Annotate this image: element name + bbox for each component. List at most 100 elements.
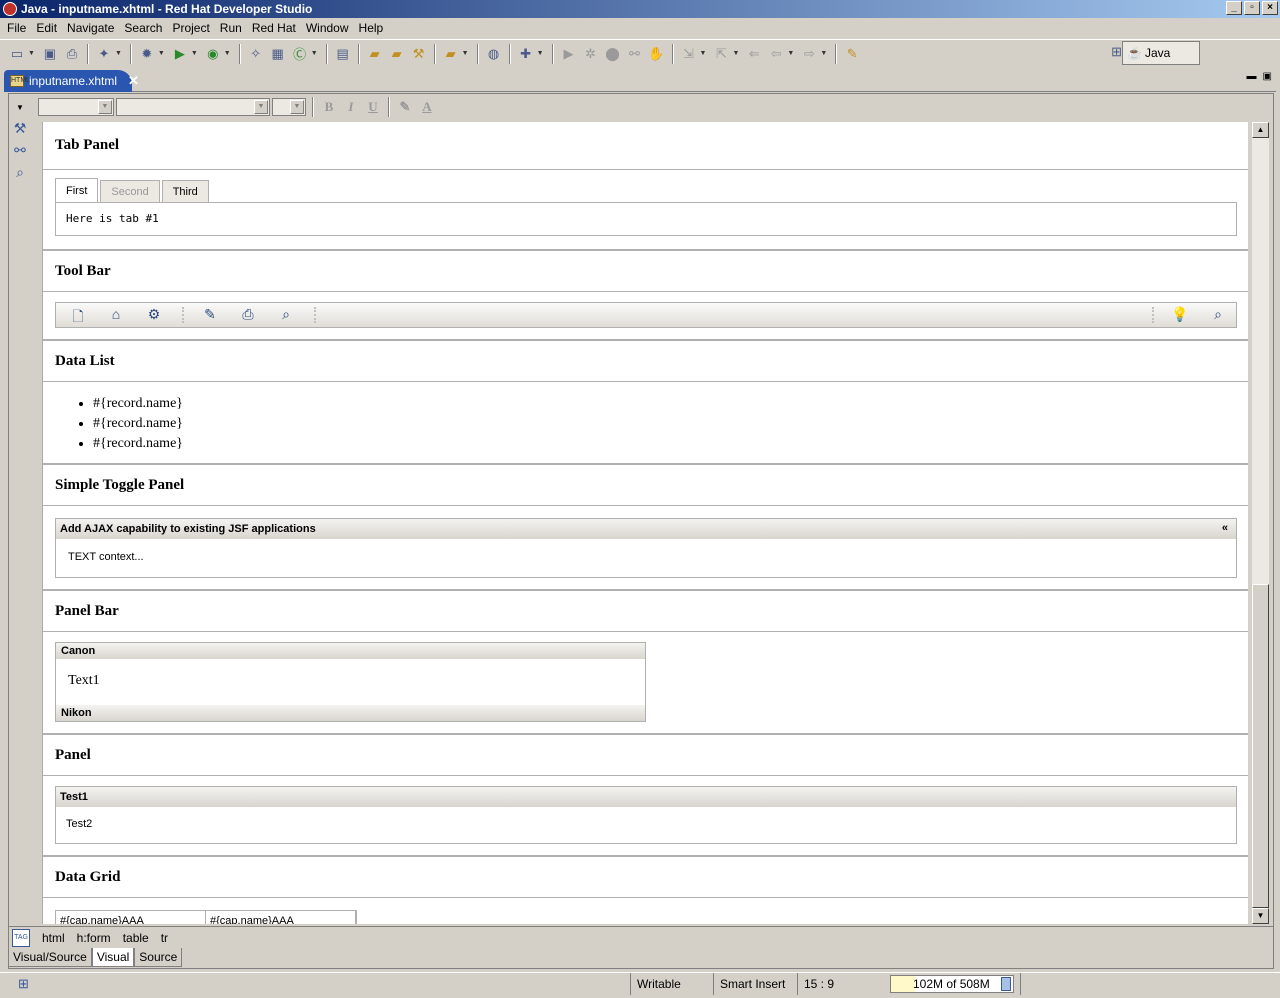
back-icon[interactable]: ⇦ — [767, 46, 785, 62]
home-icon[interactable]: ⌂ — [106, 306, 126, 324]
new-class-dropdown-icon[interactable]: ▼ — [311, 50, 318, 57]
minimize-button[interactable]: _ — [1226, 1, 1242, 15]
tools-icon[interactable]: ⚒ — [11, 120, 29, 138]
search-icon[interactable]: ⌕ — [276, 306, 296, 324]
tab-first[interactable]: First — [55, 178, 99, 202]
edit-icon[interactable]: ✎ — [200, 306, 220, 324]
bold-button[interactable]: B — [318, 98, 340, 116]
preview-icon[interactable]: ⌕ — [11, 164, 29, 182]
open-file-icon[interactable]: ▰ — [442, 46, 460, 62]
run-dropdown-icon[interactable]: ▼ — [191, 50, 198, 57]
new-document-icon[interactable]: 🗋 — [68, 306, 88, 324]
collapse-icon[interactable]: « — [1222, 522, 1228, 534]
java-perspective-button[interactable]: ☕ Java — [1122, 41, 1200, 65]
terminate-icon[interactable]: ⬤ — [604, 46, 622, 62]
format-style-combo[interactable]: ▼ — [37, 98, 114, 116]
suspend-icon[interactable]: ✲ — [582, 46, 600, 62]
search-tool-dropdown-icon[interactable]: ▼ — [537, 50, 544, 57]
scroll-thumb[interactable] — [1252, 584, 1269, 908]
menu-project[interactable]: Project — [167, 21, 214, 35]
vertical-scrollbar[interactable]: ▲ ▼ — [1252, 122, 1269, 924]
forward-icon[interactable]: ⇨ — [800, 46, 818, 62]
new-java-project-icon[interactable]: ✧ — [247, 46, 265, 62]
breadcrumb-item[interactable]: html — [42, 931, 65, 945]
tab-third[interactable]: Third — [161, 180, 209, 202]
font-color-icon[interactable]: A — [416, 98, 438, 116]
back-dropdown-icon[interactable]: ▼ — [787, 50, 794, 57]
scroll-up-button[interactable]: ▲ — [1252, 122, 1269, 138]
lightbulb-icon[interactable]: 💡 — [1170, 306, 1190, 324]
garbage-collect-icon[interactable] — [1001, 977, 1011, 991]
panel-bar-item-nikon[interactable]: Nikon — [56, 705, 645, 721]
toolbar-menu-icon[interactable]: ▼ — [16, 103, 24, 112]
toggle-panel-header[interactable]: Add AJAX capability to existing JSF appl… — [56, 519, 1236, 539]
settings-icon[interactable]: ⚙ — [144, 306, 164, 324]
tab-second[interactable]: Second — [100, 180, 160, 202]
menu-search[interactable]: Search — [119, 21, 167, 35]
tab-source[interactable]: Source — [134, 948, 183, 967]
open-project-icon[interactable]: ▰ — [388, 46, 406, 62]
open-type-icon[interactable]: ▤ — [334, 46, 352, 62]
printer-icon[interactable]: ⎙ — [238, 306, 258, 324]
new-package-icon[interactable]: ▦ — [269, 46, 287, 62]
external-tools-icon[interactable]: ◉ — [204, 46, 222, 62]
maximize-button[interactable]: ▫ — [1244, 1, 1260, 15]
minimize-view-icon[interactable]: ▬ — [1247, 71, 1257, 82]
run-server-dropdown-icon[interactable]: ▼ — [115, 50, 122, 57]
open-folder-icon[interactable]: ▰ — [366, 46, 384, 62]
menu-run[interactable]: Run — [215, 21, 247, 35]
open-file-dropdown-icon[interactable]: ▼ — [462, 50, 469, 57]
next-annotation-icon[interactable]: ⇲ — [680, 46, 698, 62]
wand-icon[interactable]: ⚒ — [410, 46, 428, 62]
preview-document-icon[interactable]: ⌕ — [1208, 306, 1228, 324]
debug-dropdown-icon[interactable]: ▼ — [158, 50, 165, 57]
last-edit-icon[interactable]: ⇐ — [745, 46, 763, 62]
run-server-icon[interactable]: ✦ — [95, 46, 113, 62]
maximize-view-icon[interactable]: ▣ — [1263, 71, 1272, 82]
globe-icon[interactable]: ◍ — [485, 46, 503, 62]
resume-icon[interactable]: ▶ — [560, 46, 578, 62]
menu-edit[interactable]: Edit — [31, 21, 62, 35]
previous-annotation-dropdown-icon[interactable]: ▼ — [732, 50, 739, 57]
tab-visual-source[interactable]: Visual/Source — [8, 948, 92, 967]
breadcrumb-item[interactable]: h:form — [77, 931, 111, 945]
previous-annotation-icon[interactable]: ⇱ — [712, 46, 730, 62]
breadcrumb-item[interactable]: table — [123, 931, 149, 945]
panel-bar-item-canon[interactable]: Canon — [56, 643, 645, 659]
heap-status[interactable]: 102M of 508M — [890, 975, 1014, 993]
font-family-combo[interactable]: ▼ — [115, 98, 270, 116]
link-icon[interactable]: ⚯ — [11, 142, 29, 160]
disconnect-icon[interactable]: ⚯ — [626, 46, 644, 62]
new-icon[interactable]: ▭ — [8, 46, 26, 62]
editor-tab-inputname[interactable]: HTML inputname.xhtml ✕ — [4, 70, 139, 92]
highlight-color-icon[interactable]: ✎ — [394, 98, 416, 116]
menu-window[interactable]: Window — [301, 21, 354, 35]
search-tool-icon[interactable]: ✚ — [517, 46, 535, 62]
drop-to-frame-icon[interactable]: ✋ — [648, 46, 666, 62]
debug-icon[interactable]: ✹ — [138, 46, 156, 62]
visual-canvas[interactable]: Tab Panel First Second Third Here is tab… — [42, 122, 1248, 924]
underline-button[interactable]: U — [362, 98, 384, 116]
external-tools-dropdown-icon[interactable]: ▼ — [224, 50, 231, 57]
fast-view-icon[interactable]: ⊞ — [18, 976, 29, 992]
brush-icon[interactable]: ✎ — [843, 46, 861, 62]
tab-visual[interactable]: Visual — [91, 948, 135, 967]
close-tab-icon[interactable]: ✕ — [128, 73, 139, 89]
new-class-icon[interactable]: Ⓒ — [291, 46, 309, 62]
new-dropdown-icon[interactable]: ▼ — [28, 50, 35, 57]
menu-help[interactable]: Help — [354, 21, 389, 35]
scroll-down-button[interactable]: ▼ — [1252, 908, 1269, 924]
save-icon[interactable]: ▣ — [41, 46, 59, 62]
next-annotation-dropdown-icon[interactable]: ▼ — [700, 50, 707, 57]
forward-dropdown-icon[interactable]: ▼ — [820, 50, 827, 57]
open-perspective-icon[interactable]: ⊞ — [1111, 44, 1122, 60]
menu-navigate[interactable]: Navigate — [62, 21, 119, 35]
font-size-combo[interactable]: ▼ — [271, 98, 306, 116]
menu-file[interactable]: File — [2, 21, 31, 35]
breadcrumb-item[interactable]: tr — [161, 931, 168, 945]
print-icon[interactable]: ⎙ — [63, 46, 81, 62]
italic-button[interactable]: I — [340, 98, 362, 116]
menu-red-hat[interactable]: Red Hat — [247, 21, 301, 35]
close-button[interactable]: × — [1262, 1, 1278, 15]
run-icon[interactable]: ▶ — [171, 46, 189, 62]
